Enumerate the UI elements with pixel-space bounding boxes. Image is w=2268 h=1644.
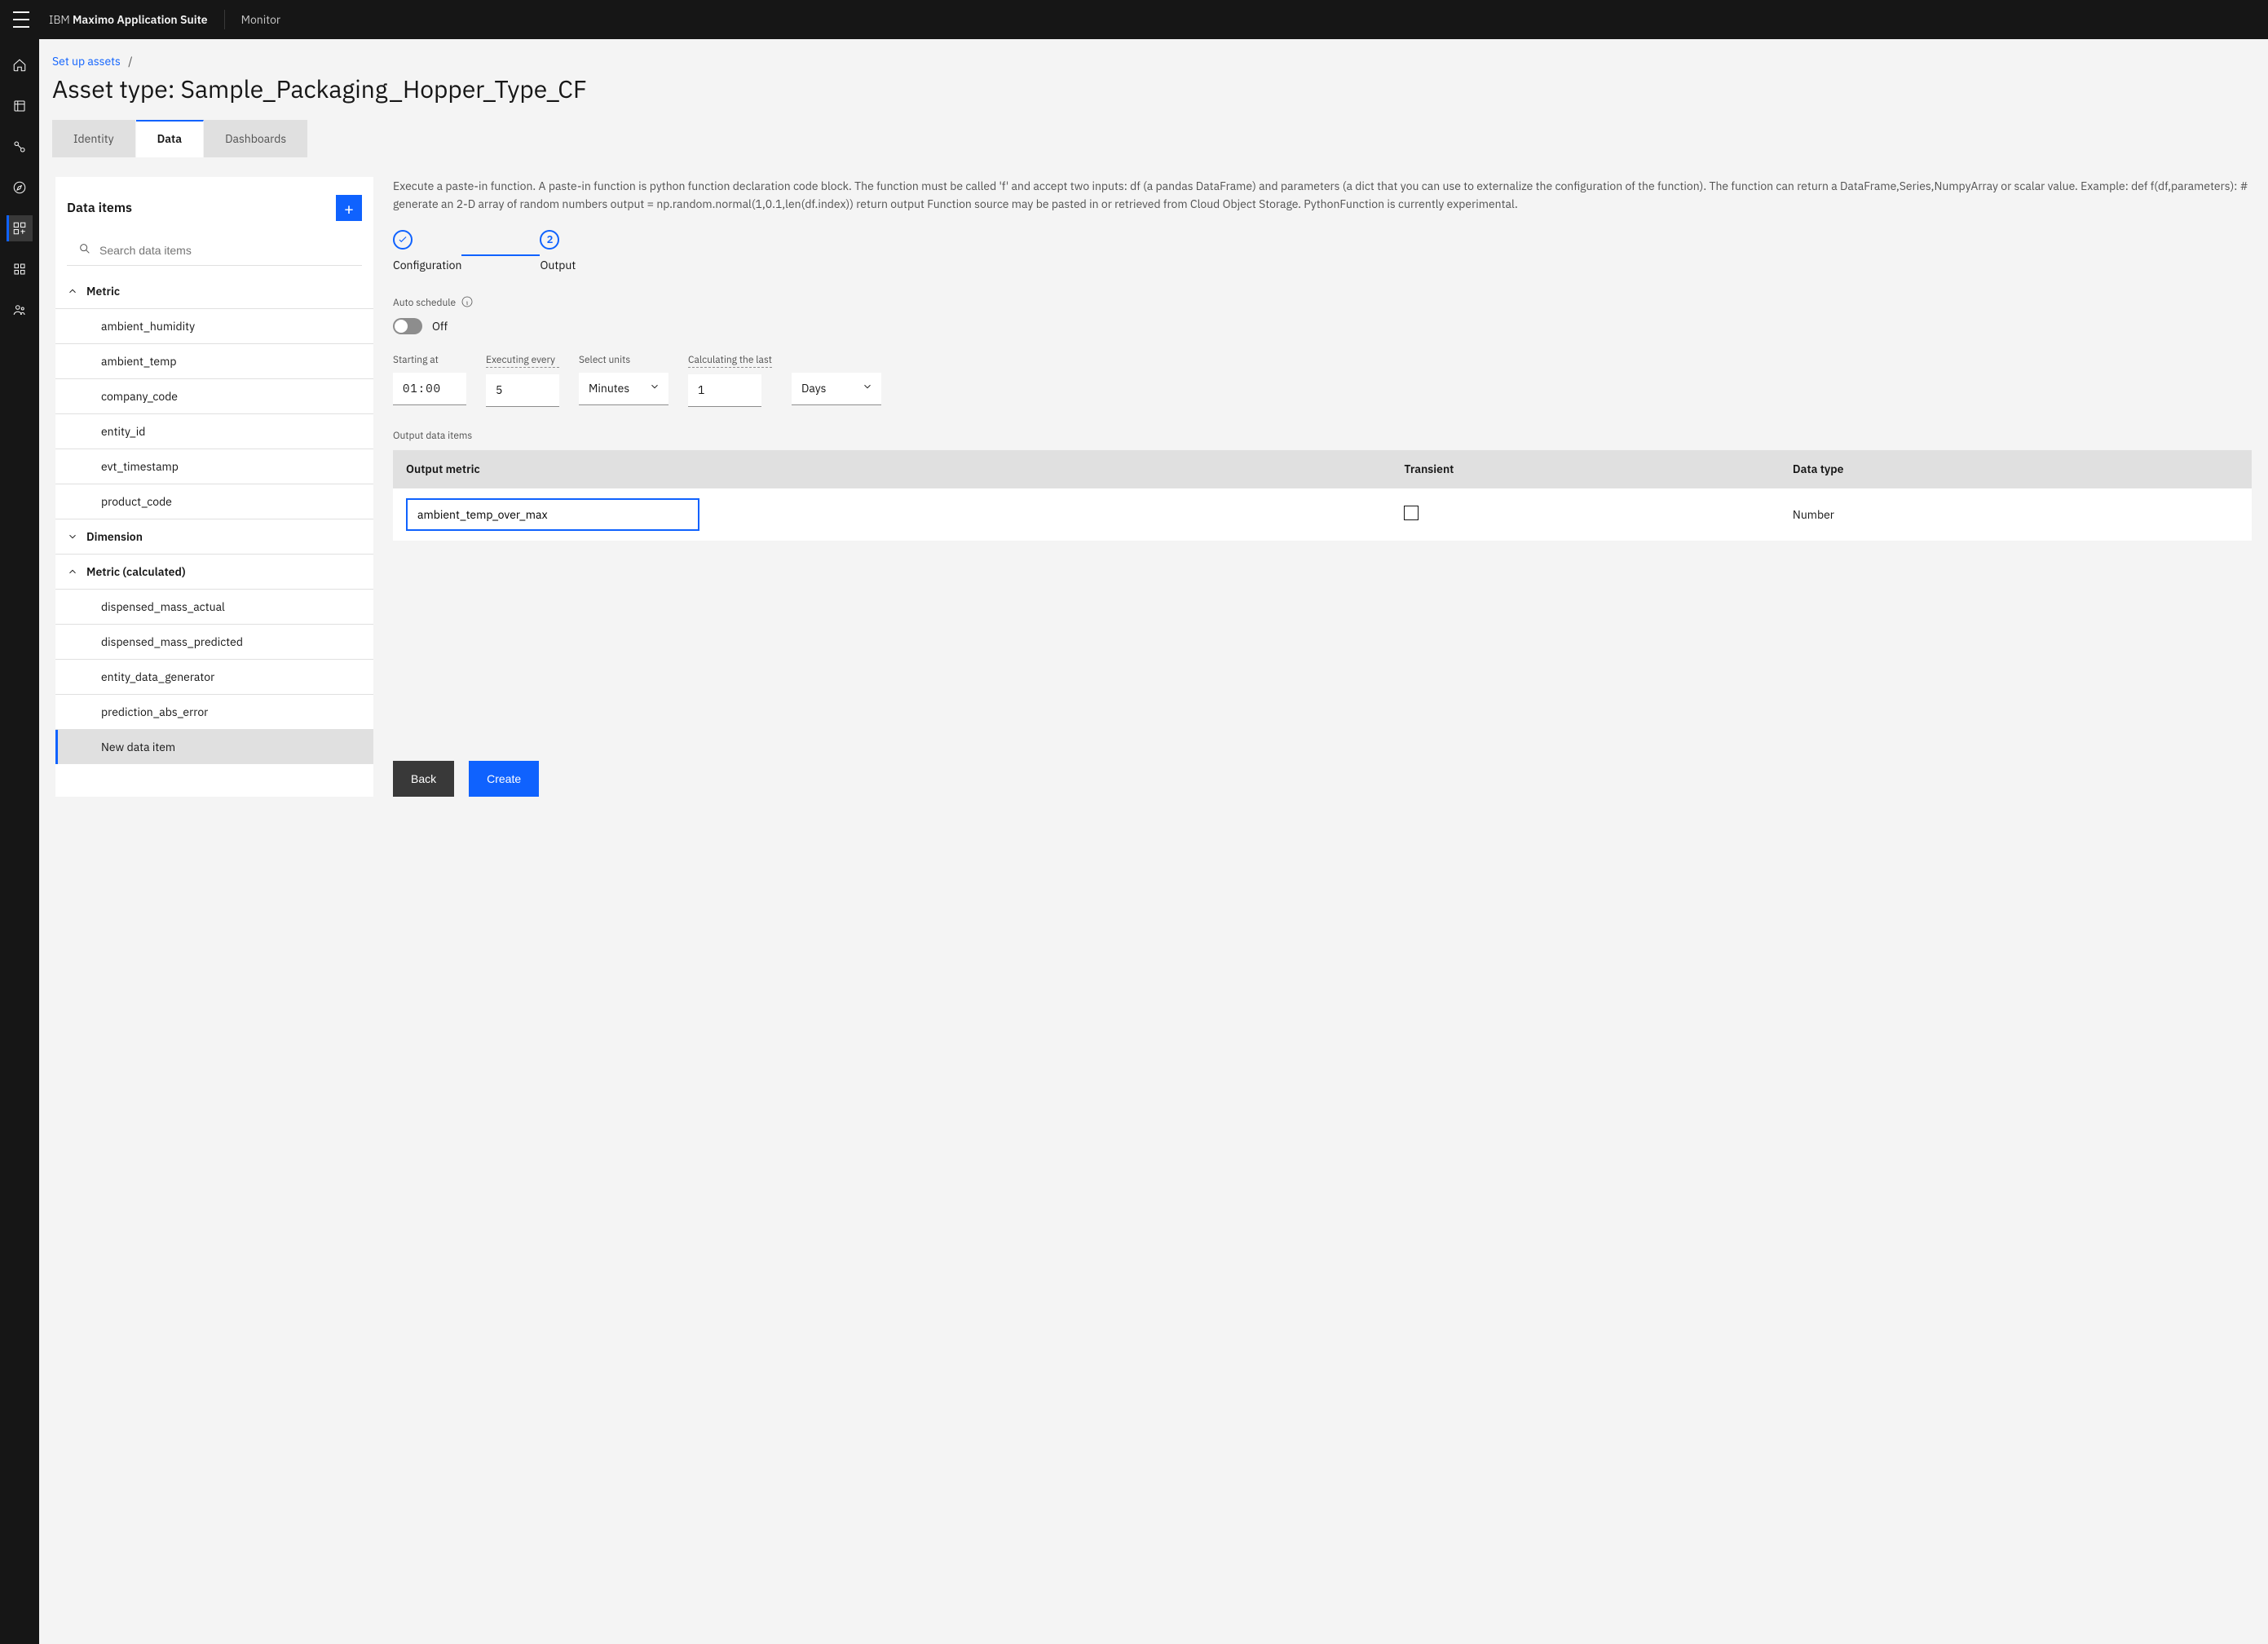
wizard-footer: Back Create	[393, 728, 2252, 797]
menu-toggle-icon[interactable]	[13, 11, 29, 28]
list-item[interactable]: evt_timestamp	[55, 449, 373, 484]
page-title: Asset type: Sample_Packaging_Hopper_Type…	[52, 73, 2255, 105]
search-input-wrapper[interactable]	[67, 236, 362, 266]
breadcrumb-link[interactable]: Set up assets	[52, 54, 121, 68]
group-label: Dimension	[86, 529, 143, 544]
output-table: Output metric Transient Data type Number	[393, 450, 2252, 541]
list-item[interactable]: ambient_temp	[55, 343, 373, 378]
col-data-type: Data type	[1780, 450, 2252, 488]
group-metric[interactable]: Metric	[55, 274, 373, 308]
group-metric-calculated[interactable]: Metric (calculated)	[55, 554, 373, 589]
tab-identity[interactable]: Identity	[52, 120, 136, 157]
tab-dashboards[interactable]: Dashboards	[204, 120, 308, 157]
toggle-state-label: Off	[432, 319, 448, 334]
schedule-row: Starting at Executing every Select units…	[393, 354, 2252, 407]
breadcrumb-sep: /	[128, 54, 132, 68]
list-item-selected[interactable]: New data item	[55, 729, 373, 764]
starting-at-label: Starting at	[393, 354, 466, 366]
list-item[interactable]: product_code	[55, 484, 373, 519]
list-item[interactable]: entity_id	[55, 413, 373, 449]
data-items-title: Data items	[67, 200, 132, 216]
step-connector	[461, 254, 540, 256]
group-label: Metric	[86, 284, 120, 298]
select-units-label: Select units	[579, 354, 668, 366]
chevron-down-icon	[649, 381, 660, 396]
step-number-icon: 2	[540, 230, 559, 250]
list-item[interactable]: dispensed_mass_predicted	[55, 624, 373, 659]
search-input[interactable]	[99, 244, 351, 257]
chevron-up-icon	[67, 285, 78, 297]
list-item[interactable]: company_code	[55, 378, 373, 413]
calculating-last-input[interactable]	[688, 374, 761, 407]
nav-users-icon[interactable]	[7, 297, 33, 323]
main-content: Set up assets / Asset type: Sample_Packa…	[39, 39, 2268, 1644]
executing-every-input[interactable]	[486, 374, 559, 407]
output-metric-input[interactable]	[406, 498, 699, 531]
calc-units-dropdown[interactable]: Days	[792, 373, 881, 405]
create-button[interactable]: Create	[469, 761, 539, 797]
wizard-stepper: Configuration 2 Output	[393, 230, 2252, 272]
nav-home-icon[interactable]	[7, 52, 33, 78]
col-output-metric: Output metric	[393, 450, 1391, 488]
data-items-panel: Data items + Metric ambient_humidity amb…	[55, 177, 373, 797]
search-icon	[78, 242, 91, 259]
table-row: Number	[393, 488, 2252, 541]
output-data-items-label: Output data items	[393, 430, 2252, 442]
function-description: Execute a paste-in function. A paste-in …	[393, 177, 2252, 214]
auto-schedule-label: Auto schedule	[393, 295, 2252, 312]
executing-every-label: Executing every	[486, 354, 559, 368]
list-item[interactable]: entity_data_generator	[55, 659, 373, 694]
nav-explore-icon[interactable]	[7, 175, 33, 201]
check-icon	[393, 230, 413, 250]
left-nav	[0, 39, 39, 1644]
tab-data[interactable]: Data	[136, 120, 204, 157]
group-dimension[interactable]: Dimension	[55, 519, 373, 554]
step-configuration[interactable]: Configuration	[393, 230, 461, 272]
nav-apps-icon[interactable]	[7, 256, 33, 282]
configuration-panel: Execute a paste-in function. A paste-in …	[393, 177, 2252, 797]
chevron-down-icon	[862, 381, 873, 396]
back-button[interactable]: Back	[393, 761, 454, 797]
breadcrumb: Set up assets /	[52, 54, 2255, 68]
list-item[interactable]: prediction_abs_error	[55, 694, 373, 729]
auto-schedule-toggle[interactable]	[393, 318, 422, 334]
brand: IBM Maximo Application Suite	[49, 12, 208, 27]
calculating-last-label: Calculating the last	[688, 354, 772, 368]
header-section[interactable]: Monitor	[241, 12, 281, 27]
col-transient: Transient	[1391, 450, 1780, 488]
global-header: IBM Maximo Application Suite Monitor	[0, 0, 2268, 39]
nav-assets-icon[interactable]	[7, 215, 33, 241]
nav-data-icon[interactable]	[7, 93, 33, 119]
data-items-tree: Metric ambient_humidity ambient_temp com…	[55, 274, 373, 764]
group-label: Metric (calculated)	[86, 564, 186, 579]
list-item[interactable]: ambient_humidity	[55, 308, 373, 343]
transient-checkbox[interactable]	[1404, 506, 1419, 520]
starting-at-input[interactable]	[393, 373, 466, 405]
select-units-dropdown[interactable]: Minutes	[579, 373, 668, 405]
tabs: Identity Data Dashboards	[52, 120, 2255, 157]
data-type-value: Number	[1793, 507, 1834, 522]
chevron-up-icon	[67, 566, 78, 577]
chevron-down-icon	[67, 531, 78, 542]
list-item[interactable]: dispensed_mass_actual	[55, 589, 373, 624]
info-icon[interactable]	[461, 295, 474, 312]
nav-tag-icon[interactable]	[7, 134, 33, 160]
step-output[interactable]: 2 Output	[540, 230, 576, 272]
calc-units-label	[792, 354, 881, 366]
add-data-item-button[interactable]: +	[336, 195, 362, 221]
header-divider	[224, 10, 225, 29]
